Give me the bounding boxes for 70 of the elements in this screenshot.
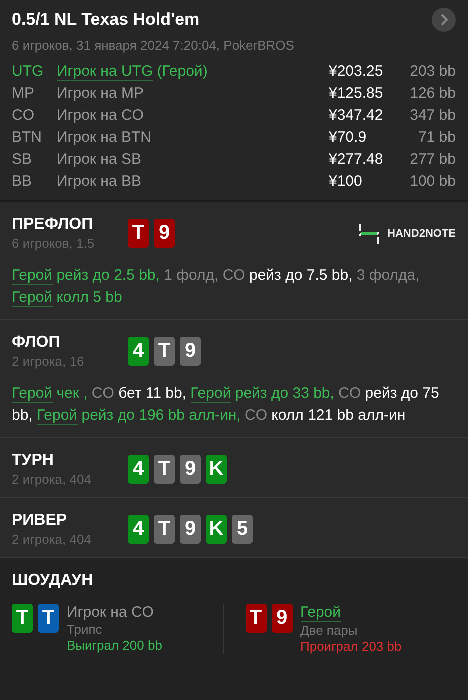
- hero-link[interactable]: Герой: [12, 267, 53, 285]
- playing-card: 4: [128, 515, 149, 544]
- street-info: 6 игроков, 1.5: [12, 236, 96, 251]
- playing-card: K: [206, 455, 227, 484]
- player-stack-bb: 203 bb: [409, 63, 456, 80]
- showdown-title: ШОУДАУН: [12, 572, 94, 590]
- action-summary: Герой рейз до 2.5 bb, 1 фолд, CO рейз до 7.5 bb, 3 фолда, Герой колл 5 bb: [12, 266, 421, 309]
- street-name: ФЛОП: [12, 334, 62, 352]
- player-stack-bb: 100 bb: [409, 173, 456, 190]
- playing-card: 9: [154, 219, 175, 248]
- playing-card: 4: [128, 337, 149, 366]
- playing-card: 5: [232, 515, 253, 544]
- result-text: Выиграл 200 bb: [67, 638, 162, 653]
- playing-card: 9: [180, 337, 201, 366]
- action-summary: Герой чек , CO бет 11 bb, Герой рейз до 33 bb, CO рейз до 75 bb, Герой рейз до 196 bb алл-ин, CO колл 121 bb алл-ин: [12, 384, 440, 427]
- playing-card: K: [206, 515, 227, 544]
- next-button[interactable]: [432, 8, 456, 32]
- player-name: Игрок на BTN: [57, 129, 152, 146]
- player-position: CO: [12, 107, 36, 124]
- player-stack-bb: 126 bb: [409, 85, 456, 102]
- player-stack: ¥100: [329, 173, 364, 190]
- player-name: Игрок на CO: [57, 107, 145, 124]
- player-stack: ¥347.42: [329, 107, 384, 124]
- player-stack: ¥277.48: [329, 151, 384, 168]
- playing-card: T: [154, 515, 175, 544]
- hero-link[interactable]: Герой: [12, 289, 53, 307]
- player-stack-bb: 71 bb: [417, 129, 456, 146]
- hand-title: 0.5/1 NL Texas Hold'em: [12, 10, 200, 30]
- player-position: UTG: [12, 63, 45, 80]
- player-name: Игрок на BB: [57, 173, 142, 190]
- player-position: MP: [12, 85, 36, 102]
- player-stack-bb: 347 bb: [409, 107, 456, 124]
- player-stack: ¥125.85: [329, 85, 384, 102]
- player-position: BB: [12, 173, 34, 190]
- hand-rank: Две пары: [300, 623, 358, 638]
- player-name[interactable]: Игрок на UTG (Герой): [57, 63, 329, 80]
- street-name: РИВЕР: [12, 512, 68, 530]
- logo-icon: [358, 222, 380, 244]
- player-name: Игрок на CO: [67, 604, 154, 621]
- hand-info: 6 игроков, 31 января 2024 7:20:04, PokerBROS: [12, 38, 296, 53]
- street-info: 2 игрока, 404: [12, 532, 92, 547]
- playing-card: 4: [128, 455, 149, 484]
- player-stack-bb: 277 bb: [409, 151, 456, 168]
- playing-card: 9: [272, 604, 292, 633]
- player-name: Игрок на SB: [57, 151, 142, 168]
- playing-card: T: [128, 219, 149, 248]
- hero-link[interactable]: Герой: [37, 407, 78, 425]
- player-position: BTN: [12, 129, 43, 146]
- player-name[interactable]: Герой: [300, 604, 342, 622]
- hand-rank: Трипс: [67, 622, 102, 637]
- playing-card: T: [246, 604, 266, 633]
- playing-card: T: [154, 337, 175, 366]
- street-info: 2 игрока, 16: [12, 354, 86, 369]
- street-name: ТУРН: [12, 452, 55, 470]
- playing-card: T: [154, 455, 175, 484]
- hero-link[interactable]: Герой: [12, 385, 53, 403]
- chevron-icon: [439, 14, 449, 26]
- playing-card: 9: [180, 455, 201, 484]
- playing-card: T: [12, 604, 33, 633]
- brand-logo-text: HAND2NOTE: [388, 228, 456, 240]
- street-name: ПРЕФЛОП: [12, 216, 94, 234]
- player-stack: ¥70.9: [329, 129, 368, 146]
- playing-card: 9: [180, 515, 201, 544]
- result-text: Проиграл 203 bb: [300, 639, 402, 654]
- player-position: SB: [12, 151, 34, 168]
- street-info: 2 игрока, 404: [12, 472, 92, 487]
- player-name: Игрок на MP: [57, 85, 145, 102]
- playing-card: T: [38, 604, 59, 633]
- hero-link[interactable]: Герой: [190, 385, 232, 403]
- player-stack: ¥203.25: [329, 63, 384, 80]
